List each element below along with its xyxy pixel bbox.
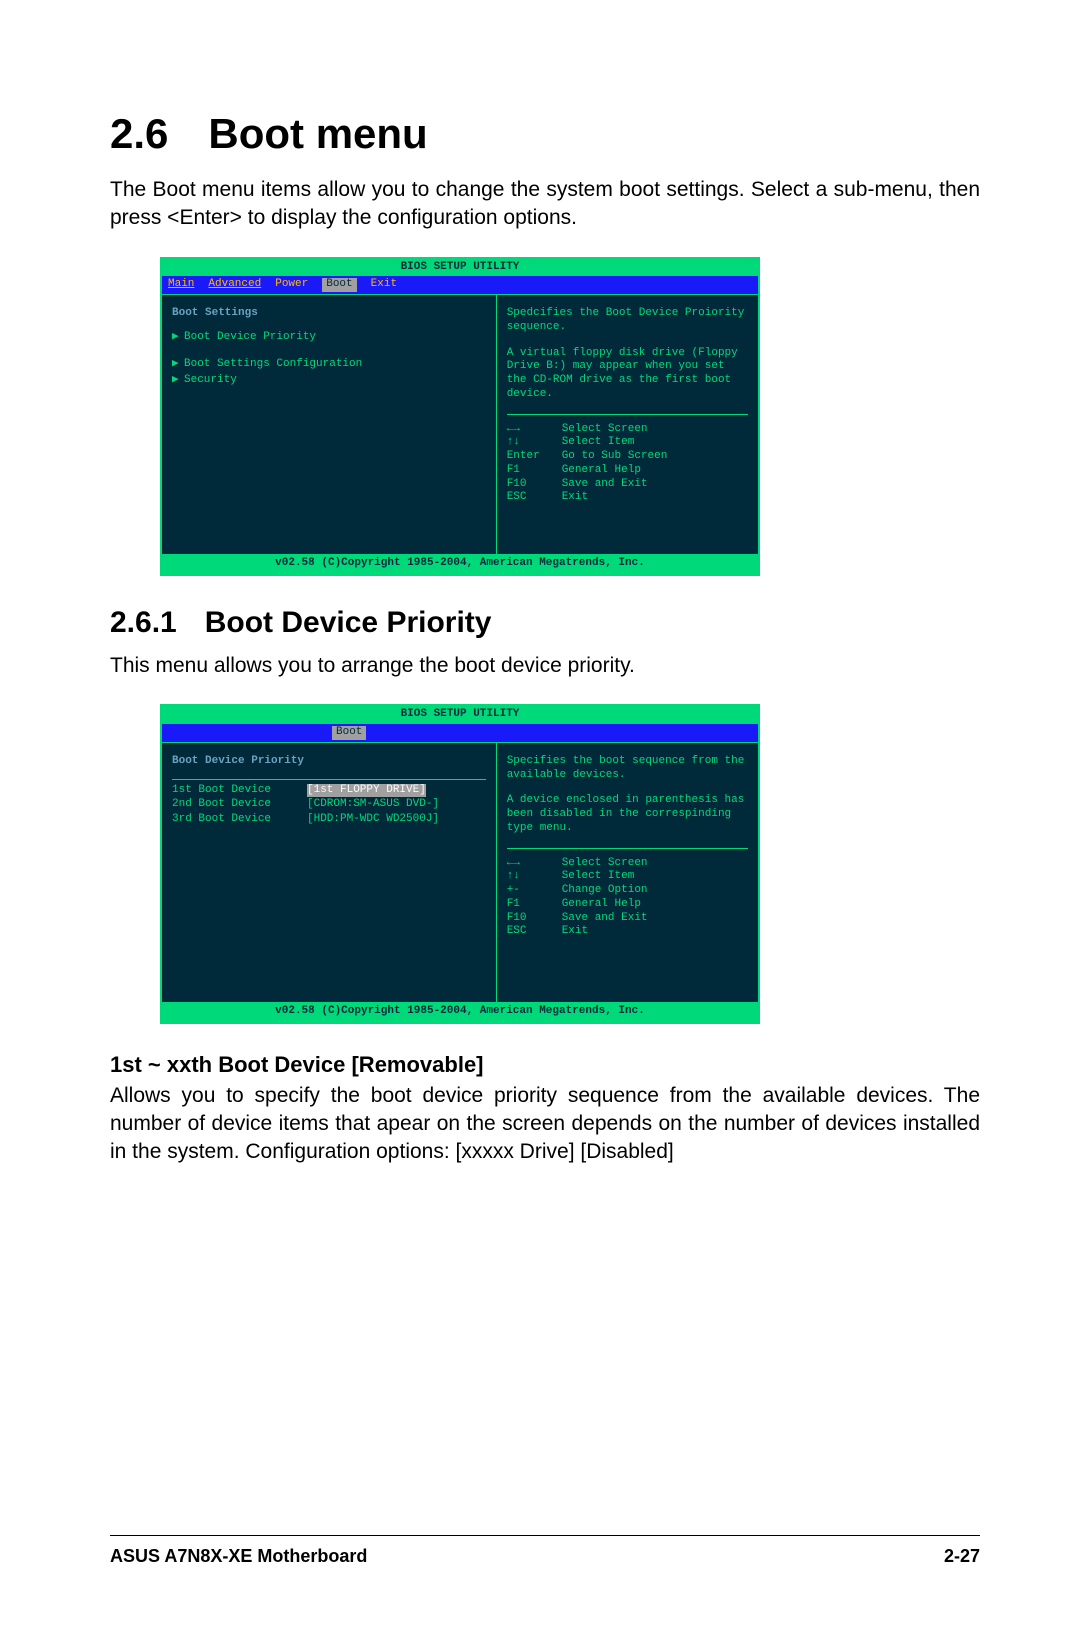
bios-copyright: v02.58 (C)Copyright 1985-2004, American … [162, 1002, 758, 1022]
bios-help-text-1: Specifies the boot sequence from the ava… [507, 755, 748, 783]
caret-right-icon: ▶ [172, 374, 184, 388]
bios-tab-advanced[interactable]: Advanced [208, 278, 261, 292]
bios-key-legend: ←→Select Screen ↑↓Select Item +-Change O… [507, 848, 748, 940]
footer-page-number: 2-27 [944, 1546, 980, 1567]
bios-submenu-boot-device-priority[interactable]: ▶ Boot Device Priority [172, 331, 486, 345]
bios-title: BIOS SETUP UTILITY [162, 259, 758, 277]
footer-product: ASUS A7N8X-XE Motherboard [110, 1546, 367, 1567]
bios-screenshot-boot-device-priority: BIOS SETUP UTILITY Boot Boot Device Prio… [160, 704, 760, 1023]
page-footer: ASUS A7N8X-XE Motherboard 2-27 [110, 1535, 980, 1567]
bios-tab-exit[interactable]: Exit [371, 278, 397, 292]
bios-tab-boot[interactable]: Boot [322, 278, 356, 292]
bios-option-1st-boot-device[interactable]: 1st Boot Device [1st FLOPPY DRIVE] [172, 784, 486, 798]
subsection-intro: This menu allows you to arrange the boot… [110, 652, 980, 680]
subsection-number: 2.6.1 [110, 606, 177, 640]
bios-help-pane: Specifies the boot sequence from the ava… [497, 742, 758, 1002]
bios-key-legend: ←→Select Screen ↑↓Select Item EnterGo to… [507, 414, 748, 506]
bios-left-pane: Boot Settings ▶ Boot Device Priority ▶ B… [162, 294, 497, 554]
option-heading: 1st ~ xxth Boot Device [Removable] [110, 1052, 980, 1078]
option-body: Allows you to specify the boot device pr… [110, 1082, 980, 1167]
bios-help-text-1: Spedcifies the Boot Device Proiority seq… [507, 307, 748, 335]
bios-screenshot-boot-menu: BIOS SETUP UTILITY Main Advanced Power B… [160, 257, 760, 576]
bios-help-text-2: A virtual floppy disk drive (Floppy Driv… [507, 347, 748, 402]
bios-option-2nd-boot-device[interactable]: 2nd Boot Device [CDROM:SM-ASUS DVD-] [172, 798, 486, 812]
section-number: 2.6 [110, 110, 168, 158]
bios-option-3rd-boot-device[interactable]: 3rd Boot Device [HDD:PM-WDC WD2500J] [172, 813, 486, 827]
section-intro: The Boot menu items allow you to change … [110, 176, 980, 233]
caret-right-icon: ▶ [172, 358, 184, 372]
section-heading: 2.6 Boot menu [110, 110, 980, 158]
bios-pane-heading: Boot Settings [172, 307, 486, 321]
section-title-text: Boot menu [208, 110, 427, 158]
subsection-heading: 2.6.1 Boot Device Priority [110, 606, 980, 640]
bios-tab-boot[interactable]: Boot [332, 726, 366, 740]
bios-help-pane: Spedcifies the Boot Device Proiority seq… [497, 294, 758, 554]
bios-menubar: Boot [162, 724, 758, 742]
caret-right-icon: ▶ [172, 331, 184, 345]
bios-copyright: v02.58 (C)Copyright 1985-2004, American … [162, 554, 758, 574]
bios-pane-heading: Boot Device Priority [172, 755, 486, 769]
bios-title: BIOS SETUP UTILITY [162, 706, 758, 724]
subsection-title: Boot Device Priority [205, 606, 492, 640]
bios-help-text-2: A device enclosed in parenthesis has bee… [507, 794, 748, 835]
bios-submenu-security[interactable]: ▶ Security [172, 374, 486, 388]
bios-tab-main[interactable]: Main [168, 278, 194, 292]
bios-submenu-boot-settings-config[interactable]: ▶ Boot Settings Configuration [172, 358, 486, 372]
bios-menubar: Main Advanced Power Boot Exit [162, 276, 758, 294]
bios-tab-power[interactable]: Power [275, 278, 308, 292]
bios-left-pane: Boot Device Priority 1st Boot Device [1s… [162, 742, 497, 1002]
